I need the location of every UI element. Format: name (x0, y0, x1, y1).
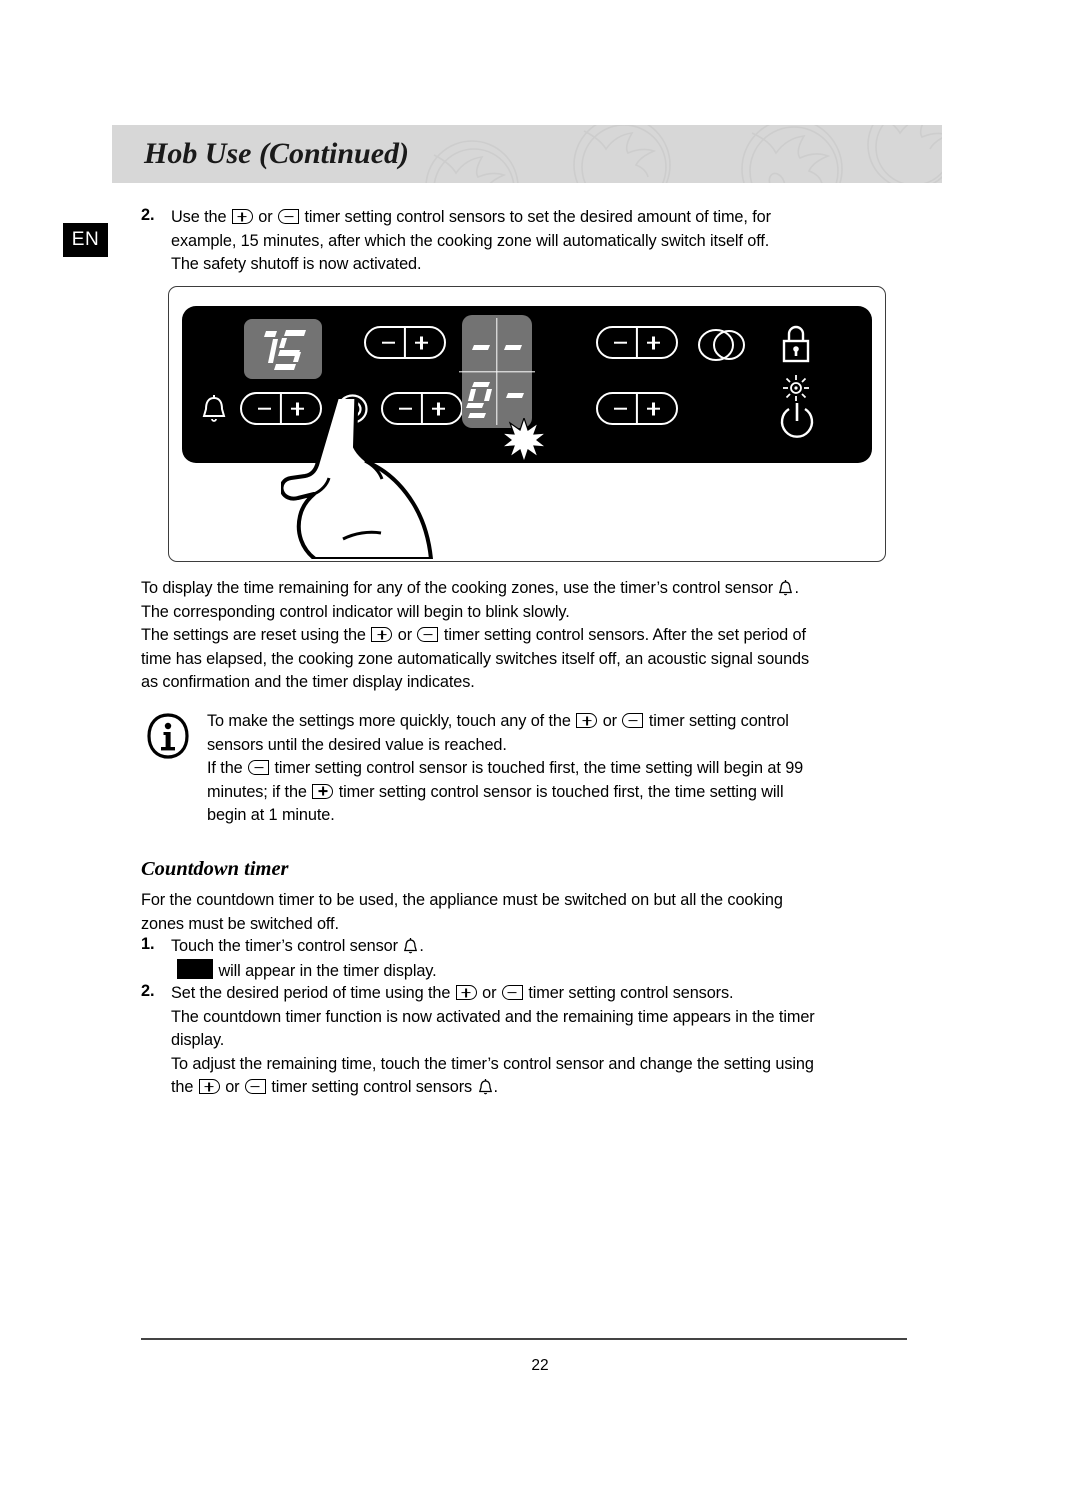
rocker-divider (635, 325, 639, 359)
para2-line2: time has elapsed, the cooking zone autom… (141, 649, 810, 668)
paragraph-reset-settings: The settings are reset using the or time… (141, 624, 941, 695)
timer-display (244, 319, 322, 379)
page-number: 22 (531, 1357, 549, 1374)
step-2-text: Use the or timer setting control sensors… (171, 206, 931, 277)
info-i-icon (147, 713, 189, 759)
plus-sensor-icon (198, 1079, 220, 1094)
rocker-divider (635, 391, 639, 425)
bell-sensor-icon (478, 1079, 492, 1095)
info-p2-line2: minutes; if the timer setting control se… (207, 781, 937, 805)
countdown-step2-line2: The countdown timer function is now acti… (171, 1007, 815, 1026)
info-p2: If the timer setting control sensor is t… (207, 757, 937, 781)
countdown-step1-sub-text: will appear in the timer display. (218, 961, 437, 980)
countdown-step2-line1-b: or (482, 984, 497, 1002)
info-note-text: To make the settings more quickly, touch… (207, 710, 937, 828)
countdown-step-1-text: Touch the timer’s control sensor . will … (171, 935, 931, 983)
info-p2-line2-a: minutes; if the (207, 782, 307, 801)
page-title: Hob Use (Continued) (144, 137, 410, 170)
plus-sensor-icon (455, 985, 477, 1000)
section-heading-countdown-timer: Countdown timer (141, 858, 289, 880)
para2-line1-b: or (397, 626, 413, 644)
timer-display-blackbox-icon (177, 958, 213, 979)
flash-starburst-icon (502, 418, 546, 462)
plus-sensor-icon (312, 783, 334, 799)
minus-sensor-icon (248, 760, 270, 775)
info-p2-line3: begin at 1 minute. (207, 806, 335, 824)
lock-icon (782, 325, 810, 363)
info-p1-line2: sensors until the desired value is reach… (207, 735, 507, 754)
countdown-step2-line5-b: or (225, 1078, 240, 1096)
step2-line1-b: or (258, 208, 273, 226)
step2-line2: example, 15 minutes, after which the coo… (171, 231, 770, 250)
bell-icon (202, 395, 226, 422)
plus-sensor-icon (576, 713, 598, 728)
countdown-step2-line1-a: Set the desired period of time using the (171, 984, 451, 1002)
minus-sensor-icon (622, 713, 644, 728)
minus-sensor-icon (417, 627, 439, 642)
countdown-step2-line5: the or timer setting control sensors . (171, 1076, 961, 1100)
step2-line1-a: Use the (171, 208, 227, 226)
minus-symbol-icon (614, 407, 627, 410)
info-p1-b: or (602, 712, 617, 730)
minus-symbol-icon (614, 341, 627, 344)
countdown-intro: For the countdown timer to be used, the … (141, 889, 931, 936)
timer-display-digits (264, 330, 306, 370)
minus-symbol-icon (258, 407, 271, 410)
para1-line1-b: . (794, 579, 799, 597)
zone-rocker-front-right[interactable] (596, 391, 678, 425)
paragraph-display-time: To display the time remaining for any of… (141, 577, 931, 624)
info-p2-line2-b: timer setting control sensor is touched … (338, 782, 784, 801)
plus-symbol-v-icon (420, 336, 423, 349)
para1-line1-a: To display the time remaining for any of… (141, 579, 774, 597)
minus-sensor-icon (501, 985, 523, 1000)
page-header-band: Hob Use (Continued) (112, 125, 942, 183)
countdown-step2-line4: To adjust the remaining time, touch the … (171, 1054, 814, 1073)
plus-symbol-v-icon (652, 402, 655, 415)
bell-sensor-icon (779, 580, 793, 596)
countdown-step-marker-2: 2. (141, 982, 155, 1000)
countdown-intro-line2: zones must be switched off. (141, 914, 339, 933)
indicator-light-icon (783, 375, 809, 401)
para2-line3: as confirmation and the timer display in… (141, 673, 475, 691)
countdown-step2-line1-c: timer setting control sensors. (528, 984, 734, 1002)
bell-sensor-icon (404, 938, 418, 954)
step2-line1-c: timer setting control sensors to set the… (304, 208, 771, 226)
countdown-step1-b: . (419, 937, 424, 955)
dual-zone-icon (698, 329, 745, 361)
plus-symbol-v-icon (652, 336, 655, 349)
countdown-step2-line3: display. (171, 1031, 225, 1049)
para1-line2: The corresponding control indicator will… (141, 602, 570, 621)
info-p2-b: timer setting control sensor is touched … (274, 759, 804, 777)
countdown-intro-line1: For the countdown timer to be used, the … (141, 891, 783, 909)
step-marker-2: 2. (141, 206, 155, 224)
zone-rocker-rear-right[interactable] (596, 325, 678, 359)
countdown-step2-line5-a: the (171, 1078, 194, 1096)
rocker-divider (403, 325, 407, 359)
countdown-step-marker-1: 1. (141, 935, 155, 953)
info-p2-a: If the (207, 759, 243, 777)
cooking-zone-display (459, 315, 535, 428)
zone-display-segments (466, 345, 524, 418)
hob-control-panel-illustration (168, 286, 886, 562)
minus-symbol-icon (382, 341, 395, 344)
para2-line1-c: timer setting control sensors. After the… (443, 626, 806, 644)
para2-line1-a: The settings are reset using the (141, 626, 366, 644)
countdown-step1-a: Touch the timer’s control sensor (171, 937, 398, 955)
countdown-step1-sub: will appear in the timer display. (171, 958, 931, 984)
countdown-step2-line5-d: . (493, 1078, 499, 1096)
info-p1-a: To make the settings more quickly, touch… (207, 712, 571, 730)
pointing-hand-icon (281, 399, 433, 559)
power-icon (780, 403, 814, 438)
countdown-step2-line5-c: timer setting control sensors (271, 1078, 473, 1096)
footer-divider (141, 1338, 907, 1340)
zone-rocker-rear-left[interactable] (364, 325, 446, 359)
countdown-step-2-text: Set the desired period of time using the… (171, 982, 961, 1100)
step2-line3: The safety shutoff is now activated. (171, 255, 422, 273)
minus-sensor-icon (278, 209, 300, 224)
language-badge: EN (63, 223, 108, 257)
plus-sensor-icon (231, 209, 253, 224)
plus-sensor-icon (371, 627, 393, 642)
info-p1-c: timer setting control (648, 712, 789, 730)
minus-sensor-icon (244, 1079, 266, 1094)
